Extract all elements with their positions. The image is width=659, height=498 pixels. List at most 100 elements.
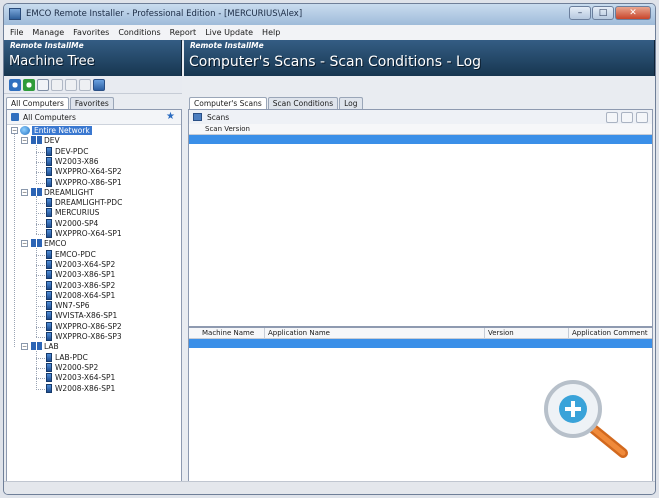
- scans-header: Scans: [189, 110, 652, 125]
- menu-live-update[interactable]: Live Update: [205, 28, 253, 37]
- tree-connector: [36, 337, 45, 338]
- tree-connector: [36, 182, 45, 184]
- tree-computer[interactable]: W2000-SP4: [46, 218, 98, 228]
- computer-icon: [46, 270, 52, 280]
- brand-logo: Remote InstallMe: [190, 41, 264, 50]
- title-bar[interactable]: EMCO Remote Installer - Professional Edi…: [4, 4, 655, 26]
- tree-computer[interactable]: W2000-SP2: [46, 362, 98, 372]
- tree-computer-label: WXPPRO-X86-SP2: [55, 321, 122, 331]
- tree-computer[interactable]: WXPPRO-X86-SP3: [46, 332, 122, 341]
- scan-action-dropdown[interactable]: [606, 112, 618, 123]
- tree-computer-label: W2008-X86-SP1: [55, 383, 116, 393]
- all-computers-label: All Computers: [23, 113, 76, 122]
- tree-computer-label: WXPPRO-X64-SP2: [55, 167, 122, 177]
- status-bar: [4, 481, 655, 494]
- menu-file[interactable]: File: [10, 28, 23, 37]
- computer-icon: [46, 383, 52, 393]
- tree-computer-label: W2008-X64-SP1: [55, 290, 116, 300]
- menu-conditions[interactable]: Conditions: [118, 28, 160, 37]
- computer-icon: [46, 362, 52, 372]
- application-row-selected[interactable]: [189, 339, 652, 348]
- tree-computer[interactable]: W2008-X86-SP1: [46, 383, 116, 393]
- menu-favorites[interactable]: Favorites: [73, 28, 109, 37]
- computer-icon: [46, 352, 52, 362]
- computer-icon: [46, 311, 52, 321]
- collapse-toggle[interactable]: −: [11, 127, 18, 134]
- tree-computer[interactable]: EMCO-PDC: [46, 249, 96, 259]
- tree-group-label: DEV: [44, 136, 60, 146]
- computer-icon: [46, 249, 52, 259]
- tree-computer[interactable]: LAB-PDC: [46, 352, 88, 362]
- scans-label: Scans: [207, 113, 230, 122]
- menu-report[interactable]: Report: [170, 28, 197, 37]
- tree-computer[interactable]: WN7-SP6: [46, 301, 90, 311]
- tree-computer[interactable]: WXPPRO-X64-SP2: [46, 167, 122, 177]
- tree-computer-label: WN7-SP6: [55, 301, 90, 311]
- version-column[interactable]: Version: [485, 328, 569, 338]
- tree-panel: All Computers ★ − Entire Network − DEV DEV-P…: [6, 109, 182, 482]
- workgroup-icon: [31, 136, 42, 145]
- tree-computer-label: W2003-X86: [55, 156, 99, 166]
- computer-icon: [46, 259, 52, 269]
- tree-computer[interactable]: WXPPRO-X86-SP2: [46, 321, 122, 331]
- tree-computer[interactable]: WXPPRO-X64-SP1: [46, 229, 122, 238]
- main-title: Computer's Scans - Scan Conditions - Log: [189, 54, 482, 70]
- app-icon: [9, 8, 21, 20]
- minimize-button[interactable]: –: [569, 6, 591, 20]
- tree-connector: [36, 306, 45, 308]
- tree-computer[interactable]: W2003-X86-SP2: [46, 280, 116, 290]
- tree-computer[interactable]: W2003-X64-SP1: [46, 373, 115, 383]
- add-favorite-icon[interactable]: ★: [166, 111, 175, 122]
- collapse-toggle[interactable]: −: [21, 188, 28, 196]
- application-name-column[interactable]: Application Name: [265, 328, 485, 338]
- scan-version-column[interactable]: Scan Version: [205, 124, 250, 134]
- edit-icon[interactable]: [65, 79, 77, 91]
- collapse-toggle[interactable]: −: [21, 137, 28, 145]
- zoom-in-icon[interactable]: [539, 379, 631, 461]
- tree-computer[interactable]: W2003-X86: [46, 156, 99, 166]
- tree-computer[interactable]: W2003-X64-SP2: [46, 259, 115, 269]
- window-title: EMCO Remote Installer - Professional Edi…: [26, 9, 303, 19]
- tree-computer[interactable]: DREAMLIGHT-PDC: [46, 198, 122, 208]
- computer-icon: [46, 208, 52, 218]
- brand-logo: Remote InstallMe: [10, 41, 84, 50]
- tree-root[interactable]: Entire Network: [20, 126, 92, 135]
- tree-group[interactable]: DREAMLIGHT: [31, 187, 94, 197]
- collapse-toggle[interactable]: −: [21, 240, 28, 248]
- machine-tree[interactable]: − Entire Network − DEV DEV-PDC W2003-X86 WXPPR…: [7, 126, 181, 481]
- scan-row-selected[interactable]: [189, 135, 652, 144]
- tree-computer[interactable]: WXPPRO-X86-SP1: [46, 177, 122, 187]
- delete-icon[interactable]: [79, 79, 91, 91]
- refresh-icon[interactable]: [9, 79, 21, 91]
- properties-icon[interactable]: [93, 79, 105, 91]
- add-machine-icon[interactable]: [37, 79, 49, 91]
- computer-icon: [46, 146, 52, 156]
- tree-computer[interactable]: MERCURIUS: [46, 208, 99, 218]
- scan-icon[interactable]: [23, 79, 35, 91]
- import-icon[interactable]: [51, 79, 63, 91]
- close-button[interactable]: ✕: [615, 6, 651, 20]
- tree-computer[interactable]: WVISTA-X86-SP1: [46, 311, 117, 321]
- tree-computer[interactable]: DEV-PDC: [46, 146, 88, 156]
- collapse-toggle[interactable]: −: [21, 343, 28, 351]
- workgroup-icon: [31, 342, 42, 351]
- maximize-button[interactable]: □: [592, 6, 614, 20]
- menu-manage[interactable]: Manage: [32, 28, 64, 37]
- machine-name-column[interactable]: Machine Name: [199, 328, 265, 338]
- paste-icon[interactable]: [636, 112, 648, 123]
- tree-connector: [14, 134, 15, 348]
- tree-computer[interactable]: W2003-X86-SP1: [46, 270, 116, 280]
- menu-help[interactable]: Help: [262, 28, 280, 37]
- tree-group-label: DREAMLIGHT: [44, 187, 94, 197]
- tree-root-label: Entire Network: [32, 126, 92, 135]
- tree-computer-label: W2003-X86-SP2: [55, 280, 116, 290]
- workgroup-icon: [31, 187, 42, 196]
- tree-computer[interactable]: W2008-X64-SP1: [46, 290, 116, 300]
- tree-connector: [36, 223, 45, 225]
- main-banner: Remote InstallMe Computer's Scans - Scan…: [184, 40, 655, 76]
- application-comment-column[interactable]: Application Comment: [569, 328, 655, 338]
- tree-computer-label: W2003-X86-SP1: [55, 270, 116, 280]
- scans-column-header: Scan Version: [189, 124, 652, 135]
- copy-icon[interactable]: [621, 112, 633, 123]
- tree-connector: [36, 203, 45, 205]
